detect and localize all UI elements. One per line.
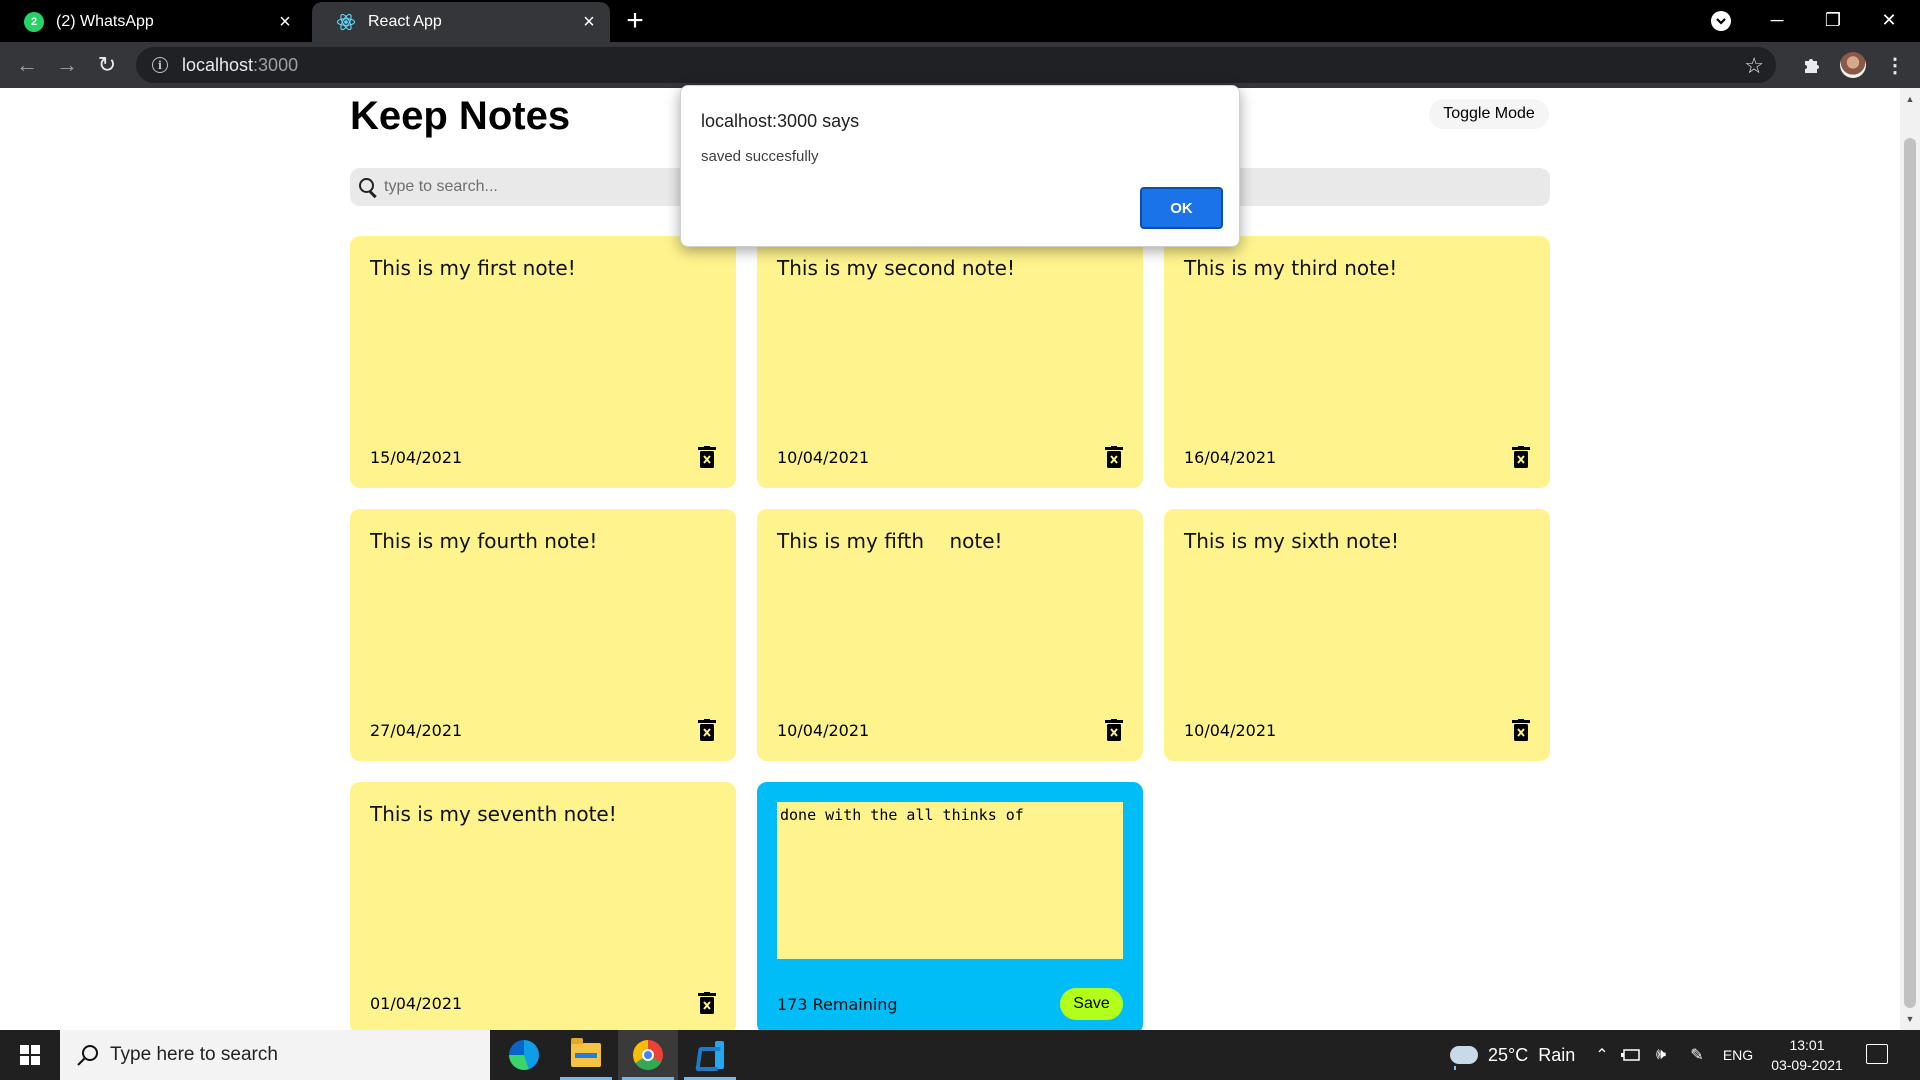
profile-avatar[interactable] <box>1838 50 1868 80</box>
note-text: This is my third note! <box>1184 256 1398 280</box>
file-explorer-icon[interactable] <box>556 1030 616 1080</box>
forward-arrow-icon[interactable]: → <box>52 50 82 80</box>
search-icon <box>76 1044 98 1066</box>
scroll-down-arrow-icon[interactable]: ▼ <box>1900 1010 1920 1028</box>
new-note-textarea[interactable] <box>777 802 1123 959</box>
tab-react-app[interactable]: React App × <box>312 2 610 42</box>
note-text: This is my fifth note! <box>777 529 1003 553</box>
close-tab-icon[interactable]: × <box>274 11 296 33</box>
note-card: This is my first note! 15/04/2021 <box>350 236 736 488</box>
network-icon[interactable] <box>1618 1030 1644 1080</box>
ok-button[interactable]: OK <box>1140 187 1223 229</box>
scroll-up-arrow-icon[interactable]: ▲ <box>1900 90 1920 108</box>
tab-search-icon[interactable] <box>1711 11 1731 31</box>
note-date: 15/04/2021 <box>370 447 463 467</box>
clock-date: 03-09-2021 <box>1771 1057 1843 1073</box>
note-date: 01/04/2021 <box>370 993 463 1013</box>
restore-window-icon[interactable]: ❐ <box>1810 0 1856 40</box>
page-title: Keep Notes <box>350 94 571 138</box>
note-date: 10/04/2021 <box>777 447 870 467</box>
browser-toolbar: ← → ↻ i localhost:3000 ☆ ⋮ <box>0 42 1920 88</box>
whatsapp-icon: 2 <box>24 12 44 32</box>
tab-title: React App <box>368 13 442 30</box>
pen-workspace-icon[interactable]: ✎ <box>1684 1030 1710 1080</box>
delete-trash-icon[interactable] <box>698 719 716 741</box>
note-card: This is my sixth note! 10/04/2021 <box>1164 509 1550 761</box>
windows-taskbar: Type here to search 25°C Rain ⌃ 🕪 ✎ ENG … <box>0 1030 1920 1080</box>
show-hidden-icons-chevron-icon[interactable]: ⌃ <box>1590 1030 1614 1080</box>
bookmark-star-icon[interactable]: ☆ <box>1744 53 1764 79</box>
close-tab-icon[interactable]: × <box>578 11 600 33</box>
volume-icon[interactable]: 🕪 <box>1648 1030 1674 1080</box>
windows-logo-icon <box>20 1045 40 1065</box>
delete-trash-icon[interactable] <box>1105 446 1123 468</box>
note-text: This is my sixth note! <box>1184 529 1399 553</box>
tab-title: (2) WhatsApp <box>56 13 154 30</box>
extensions-puzzle-icon[interactable] <box>1797 50 1827 80</box>
note-text: This is my second note! <box>777 256 1015 280</box>
note-card: This is my third note! 16/04/2021 <box>1164 236 1550 488</box>
address-bar[interactable]: i localhost:3000 ☆ <box>136 47 1776 83</box>
note-text: This is my fourth note! <box>370 529 598 553</box>
site-info-icon[interactable]: i <box>152 57 168 73</box>
chrome-app-icon[interactable] <box>618 1030 678 1080</box>
search-icon <box>358 177 378 197</box>
weather-widget[interactable]: 25°C Rain <box>1450 1030 1575 1080</box>
note-card: This is my seventh note! 01/04/2021 <box>350 782 736 1030</box>
taskbar-search-placeholder: Type here to search <box>110 1044 278 1065</box>
note-date: 10/04/2021 <box>777 720 870 740</box>
page-scrollbar[interactable]: ▲ ▼ <box>1900 88 1920 1030</box>
back-arrow-icon[interactable]: ← <box>12 50 42 80</box>
delete-trash-icon[interactable] <box>698 992 716 1014</box>
taskbar-search-box[interactable]: Type here to search <box>60 1030 490 1080</box>
note-text: This is my seventh note! <box>370 802 617 826</box>
vscode-app-icon[interactable] <box>680 1030 740 1080</box>
taskbar-clock[interactable]: 13:01 03-09-2021 <box>1762 1035 1852 1075</box>
react-icon <box>336 12 356 32</box>
scrollbar-thumb[interactable] <box>1904 138 1916 1008</box>
new-note-card: 173 Remaining Save <box>757 782 1143 1030</box>
start-button[interactable] <box>0 1030 60 1080</box>
alert-dialog: localhost:3000 says saved succesfully OK <box>680 85 1240 247</box>
reload-icon[interactable]: ↻ <box>92 50 122 80</box>
dialog-title: localhost:3000 says <box>701 111 860 131</box>
rain-cloud-icon <box>1450 1046 1478 1070</box>
characters-remaining: 173 Remaining <box>777 994 898 1014</box>
note-date: 27/04/2021 <box>370 720 463 740</box>
note-date: 10/04/2021 <box>1184 720 1277 740</box>
dialog-message: saved succesfully <box>701 148 819 165</box>
url-host: localhost <box>182 54 254 75</box>
note-card: This is my fourth note! 27/04/2021 <box>350 509 736 761</box>
note-date: 16/04/2021 <box>1184 447 1277 467</box>
note-card: This is my fifth note! 10/04/2021 <box>757 509 1143 761</box>
browser-tab-strip: 2 (2) WhatsApp × React App × + ─ ❐ ✕ <box>0 0 1920 42</box>
clock-time: 13:01 <box>1789 1037 1825 1053</box>
tab-whatsapp[interactable]: 2 (2) WhatsApp × <box>0 2 306 42</box>
delete-trash-icon[interactable] <box>698 446 716 468</box>
save-note-button[interactable]: Save <box>1060 988 1123 1020</box>
weather-text: 25°C Rain <box>1488 1044 1576 1065</box>
edge-app-icon[interactable] <box>494 1030 554 1080</box>
language-indicator[interactable]: ENG <box>1720 1030 1756 1080</box>
notifications-icon[interactable] <box>1866 1044 1888 1064</box>
close-window-icon[interactable]: ✕ <box>1866 0 1912 40</box>
toggle-mode-button[interactable]: Toggle Mode <box>1429 99 1549 129</box>
browser-menu-icon[interactable]: ⋮ <box>1880 50 1910 80</box>
minimize-window-icon[interactable]: ─ <box>1754 0 1800 40</box>
note-text: This is my first note! <box>370 256 576 280</box>
delete-trash-icon[interactable] <box>1512 446 1530 468</box>
note-card: This is my second note! 10/04/2021 <box>757 236 1143 488</box>
delete-trash-icon[interactable] <box>1105 719 1123 741</box>
delete-trash-icon[interactable] <box>1512 719 1530 741</box>
notes-list: This is my first note! 15/04/2021 This i… <box>350 236 1550 1030</box>
new-tab-button[interactable]: + <box>620 6 650 36</box>
url-port: :3000 <box>253 54 299 75</box>
